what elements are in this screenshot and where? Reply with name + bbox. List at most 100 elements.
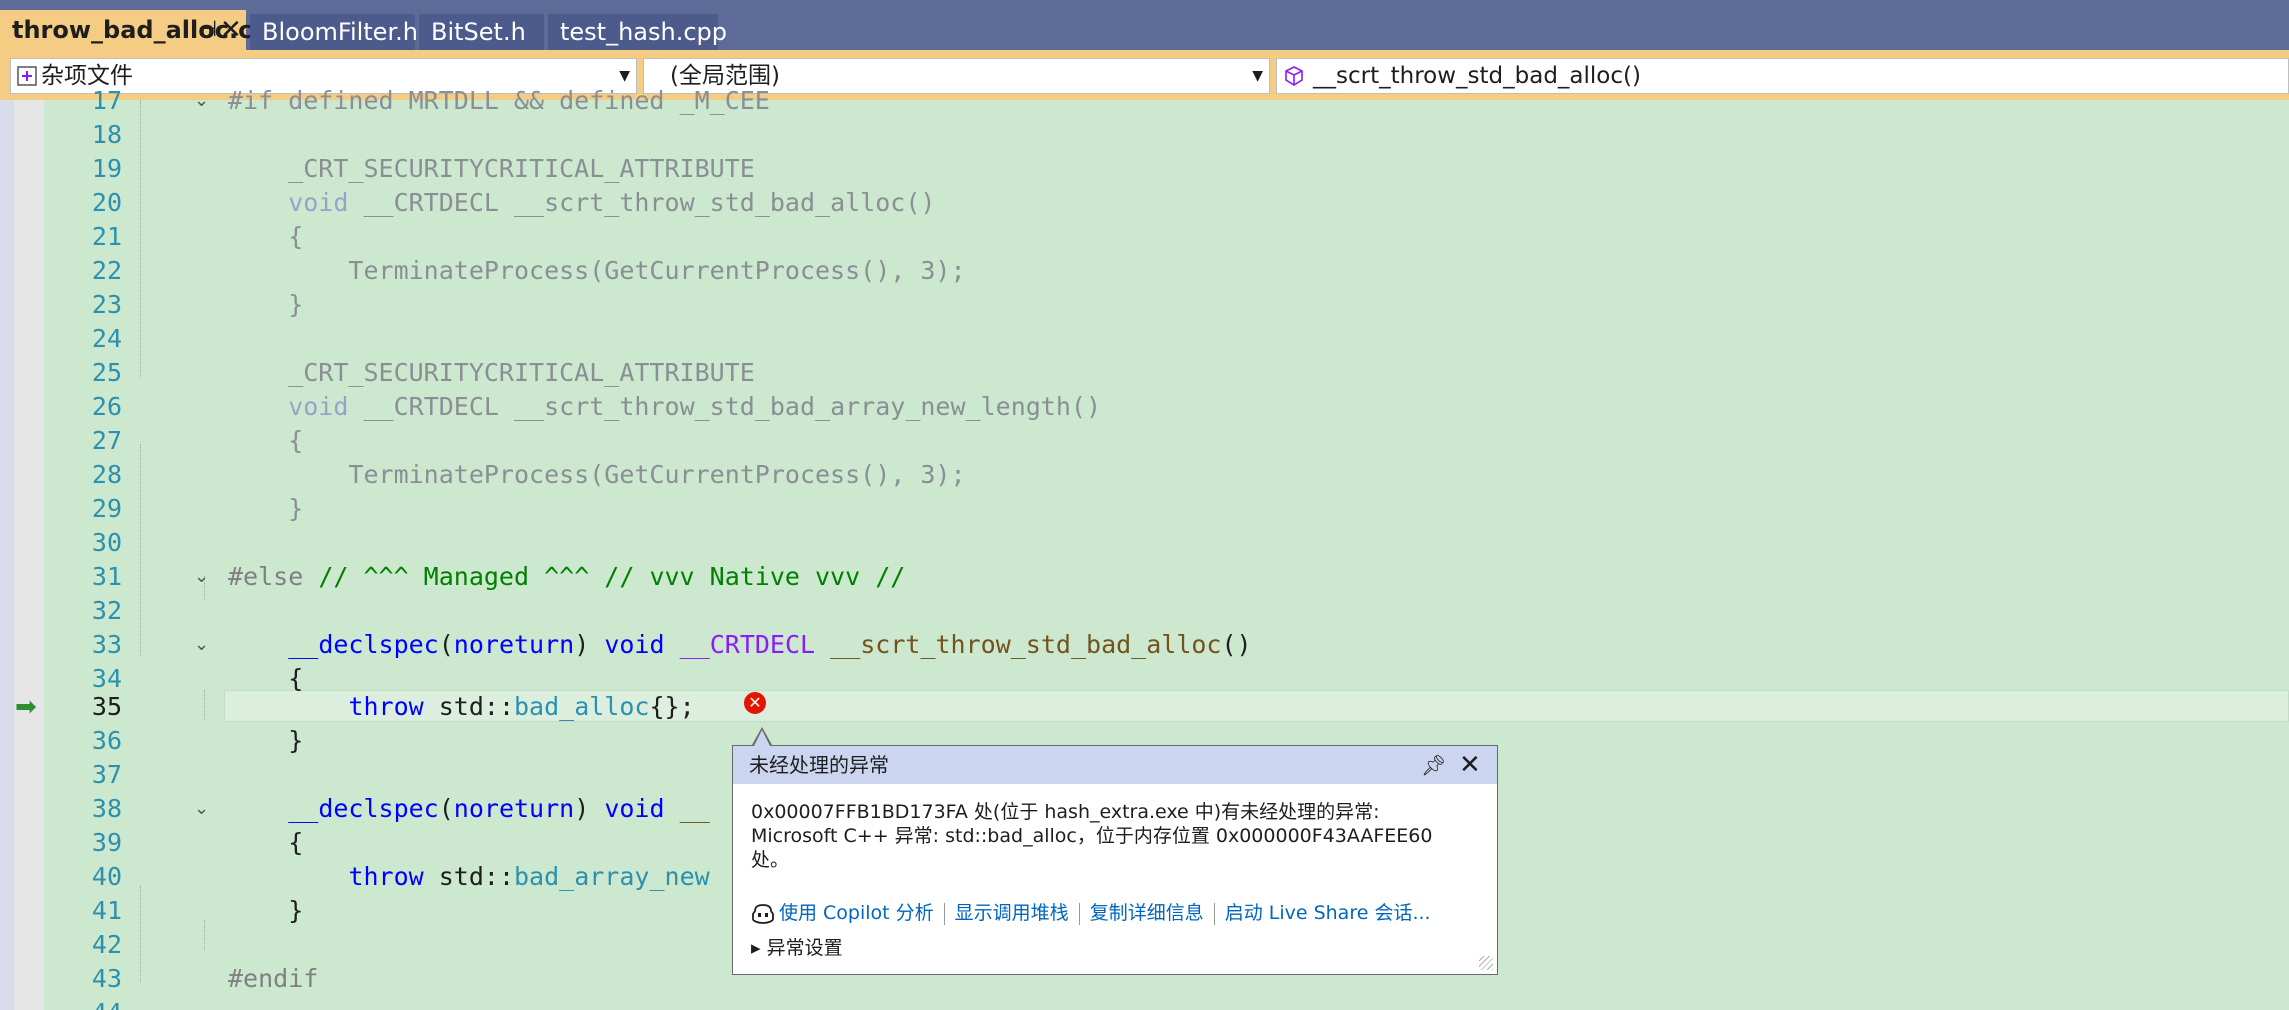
tab-bitset[interactable]: BitSet.h xyxy=(419,14,544,50)
code-line: 17 ⌄ #if defined MRTDLL && defined _M_CE… xyxy=(44,84,2289,118)
close-icon[interactable]: ✕ xyxy=(1459,746,1481,784)
glyph-margin[interactable] xyxy=(14,100,44,1010)
code-token: __CRTDECL __scrt_throw_std_bad_array_new… xyxy=(348,392,1102,421)
popup-pointer-inner xyxy=(754,730,770,746)
message-line: 处。 xyxy=(751,849,790,871)
keyword-token: void xyxy=(604,794,665,823)
line-number: 28 xyxy=(91,460,122,489)
popup-header: 未经处理的异常 📌︎ ✕ xyxy=(733,746,1497,784)
keyword-token: noreturn xyxy=(453,630,575,659)
line-number: 40 xyxy=(91,862,122,891)
code-token: std:: xyxy=(423,692,514,721)
keyword-token: void xyxy=(604,630,665,659)
line-number: 29 xyxy=(91,494,122,523)
show-call-stack-link[interactable]: 显示调用堆栈 xyxy=(955,902,1069,924)
code-line: 31 ⌄ #else // ^^^ Managed ^^^ // vvv Nat… xyxy=(44,560,2289,594)
keyword-token: throw xyxy=(348,692,424,721)
line-number: 22 xyxy=(91,256,122,285)
line-number: 41 xyxy=(91,896,122,925)
pin-icon[interactable]: ⊣ xyxy=(198,10,217,50)
code-text: void __CRTDECL __scrt_throw_std_bad_arra… xyxy=(228,390,1101,424)
code-line: 33 ⌄ __declspec(noreturn) void __CRTDECL… xyxy=(44,628,2289,662)
collapse-icon[interactable]: ⌄ xyxy=(194,634,209,655)
pin-icon[interactable]: 📌︎ xyxy=(1421,746,1446,784)
line-number: 31 xyxy=(91,562,122,591)
tab-bloomfilter[interactable]: BloomFilter.h xyxy=(250,14,418,50)
instruction-pointer-icon: ➡ xyxy=(15,692,37,722)
code-line: 24 xyxy=(44,322,2289,356)
copilot-icon xyxy=(752,903,774,924)
collapse-icon[interactable]: ⌄ xyxy=(194,798,209,819)
message-line: Microsoft C++ 异常: std::bad_alloc，位于内存位置 … xyxy=(751,825,1433,847)
message-line: 0x00007FFB1BD173FA 处(位于 hash_extra.exe 中… xyxy=(751,801,1380,823)
tab-test-hash[interactable]: test_hash.cpp xyxy=(548,14,727,50)
code-line: 26 void __CRTDECL __scrt_throw_std_bad_a… xyxy=(44,390,2289,424)
tab-throw-bad-alloc[interactable]: throw_bad_alloc.cpp ⊣ ✕ xyxy=(0,10,287,50)
start-live-share-link[interactable]: 启动 Live Share 会话... xyxy=(1225,902,1431,924)
code-text: #if defined MRTDLL && defined _M_CEE xyxy=(228,86,770,115)
code-text: { xyxy=(228,222,304,251)
code-token: std:: xyxy=(423,862,514,891)
keyword-token: __declspec xyxy=(288,630,439,659)
unhandled-exception-popup: 未经处理的异常 📌︎ ✕ 0x00007FFB1BD173FA 处(位于 has… xyxy=(732,745,1498,975)
copilot-analyze-link[interactable]: 使用 Copilot 分析 xyxy=(779,902,934,924)
line-number: 39 xyxy=(91,828,122,857)
code-line: 29 } xyxy=(44,492,2289,526)
close-icon[interactable]: ✕ xyxy=(220,10,242,50)
code-text: TerminateProcess(GetCurrentProcess(), 3)… xyxy=(228,460,966,489)
line-number: 23 xyxy=(91,290,122,319)
keyword-token: void xyxy=(288,392,349,421)
code-text: { xyxy=(228,426,304,455)
code-text: throw std::bad_alloc{}; xyxy=(228,690,694,724)
line-number: 18 xyxy=(91,120,122,149)
line-number: 32 xyxy=(91,596,122,625)
code-line: 44 xyxy=(44,996,2289,1010)
type-token: bad_alloc xyxy=(514,692,650,721)
code-line: 19 _CRT_SECURITYCRITICAL_ATTRIBUTE xyxy=(44,152,2289,186)
code-token: ( xyxy=(438,794,454,823)
line-number: 42 xyxy=(91,930,122,959)
exception-settings-toggle[interactable]: ▸ 异常设置 xyxy=(751,933,843,963)
collapse-icon[interactable]: ⌄ xyxy=(194,566,209,587)
line-number: 36 xyxy=(91,726,122,755)
code-text: } xyxy=(228,724,303,758)
tab-label: BloomFilter.h xyxy=(262,18,418,46)
exception-error-icon[interactable]: ✕ xyxy=(744,692,766,714)
document-tab-bar: throw_bad_alloc.cpp ⊣ ✕ BloomFilter.h Bi… xyxy=(0,0,2289,50)
line-number: 37 xyxy=(91,760,122,789)
visual-studio-window: throw_bad_alloc.cpp ⊣ ✕ BloomFilter.h Bi… xyxy=(0,0,2289,1010)
code-line: 30 xyxy=(44,526,2289,560)
tab-label: throw_bad_alloc.cpp xyxy=(12,16,287,44)
code-line: 18 xyxy=(44,118,2289,152)
copy-details-link[interactable]: 复制详细信息 xyxy=(1090,902,1204,924)
code-text: } xyxy=(228,494,304,523)
line-number: 26 xyxy=(91,392,122,421)
code-text: { xyxy=(228,826,303,860)
function-token: __scrt_throw_std_bad_alloc xyxy=(830,630,1222,659)
code-token: ) xyxy=(574,794,605,823)
code-text: __declspec(noreturn) void __ xyxy=(228,792,709,826)
line-number: 20 xyxy=(91,188,122,217)
code-token: } xyxy=(288,896,304,925)
line-number: 19 xyxy=(91,154,122,183)
code-text: __declspec(noreturn) void __CRTDECL __sc… xyxy=(228,628,1251,662)
line-number: 44 xyxy=(44,996,122,1010)
line-number: 27 xyxy=(91,426,122,455)
misc-files-icon xyxy=(17,66,37,86)
keyword-token: void xyxy=(288,188,349,217)
caret-right-icon: ▸ xyxy=(751,937,761,959)
tab-label: BitSet.h xyxy=(431,18,526,46)
code-token: ) xyxy=(574,630,605,659)
indicator-margin xyxy=(0,100,14,1010)
code-token: __CRTDECL __scrt_throw_std_bad_alloc() xyxy=(348,188,936,217)
code-text: #else // ^^^ Managed ^^^ // vvv Native v… xyxy=(228,560,905,594)
code-line: 22 TerminateProcess(GetCurrentProcess(),… xyxy=(44,254,2289,288)
exception-settings-label: 异常设置 xyxy=(766,937,843,959)
collapse-icon[interactable]: ⌄ xyxy=(194,90,209,111)
resize-grip[interactable] xyxy=(1479,956,1493,970)
separator xyxy=(943,902,945,925)
code-line-current: 35 throw std::bad_alloc{}; xyxy=(44,690,2289,724)
popup-actions: 使用 Copilot 分析 显示调用堆栈 复制详细信息 启动 Live Share 会… xyxy=(751,898,1431,928)
code-text: #endif xyxy=(228,964,319,993)
